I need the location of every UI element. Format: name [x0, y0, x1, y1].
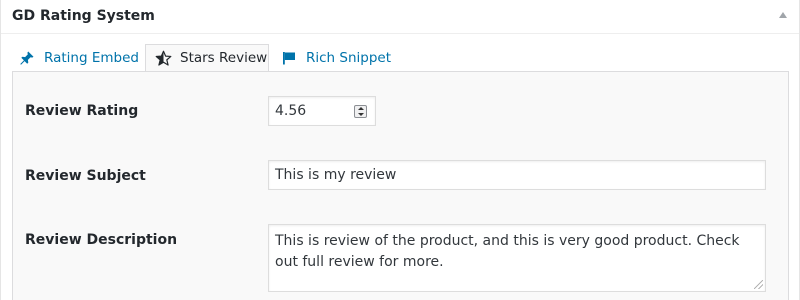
review-description-textarea[interactable]: This is review of the product, and this … [268, 224, 766, 292]
review-rating-value: 4.56 [275, 103, 307, 119]
tab-label: Rating Embed [44, 49, 139, 66]
metabox-title: GD Rating System [12, 8, 155, 24]
review-subject-input[interactable]: This is my review [268, 160, 766, 190]
spinner-arrows-icon[interactable] [354, 105, 367, 118]
tab-label: Stars Review [180, 50, 268, 66]
star-half-icon [154, 49, 172, 67]
metabox-header[interactable]: GD Rating System [1, 0, 799, 34]
pin-icon [18, 49, 36, 67]
review-description-label: Review Description [25, 232, 178, 248]
review-subject-label: Review Subject [25, 168, 146, 184]
caret-up-icon[interactable] [779, 12, 787, 18]
stars-review-panel: Review Rating 4.56 Review Subject This i… [12, 72, 789, 300]
tab-stars-review[interactable]: Stars Review [145, 44, 269, 72]
flag-icon [280, 49, 298, 67]
metabox: GD Rating System Rating Embed Stars Revi… [0, 0, 800, 300]
review-rating-input[interactable]: 4.56 [268, 96, 376, 126]
tab-label: Rich Snippet [306, 49, 392, 66]
tab-rating-embed[interactable]: Rating Embed [18, 44, 139, 71]
review-rating-label: Review Rating [25, 103, 139, 119]
tab-bar: Rating Embed Stars Review Rich Snippet [12, 44, 789, 72]
tab-rich-snippet[interactable]: Rich Snippet [280, 44, 391, 71]
review-description-text: This is review of the product, and this … [275, 233, 740, 270]
resize-grip-icon[interactable] [754, 280, 763, 289]
